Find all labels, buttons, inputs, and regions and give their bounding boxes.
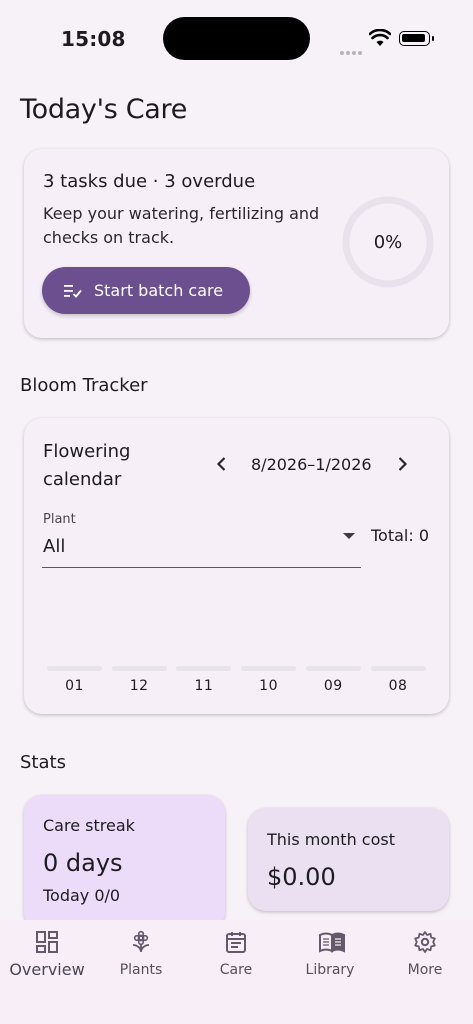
status-bar: 15:08 (0, 0, 473, 80)
care-streak-value: 0 days (43, 849, 123, 877)
chevron-left-icon[interactable] (212, 454, 232, 474)
book-icon (319, 932, 345, 953)
gear-icon (414, 931, 436, 953)
bloom-tracker-title: Bloom Tracker (20, 375, 148, 396)
bloom-bar-01 (47, 666, 102, 671)
flowering-calendar-card: Flowering calendar 8/2026–1/2026 Plant A… (24, 418, 449, 714)
nav-label-plants: Plants (119, 962, 163, 978)
nav-label-more: More (407, 962, 443, 978)
wifi-icon (369, 29, 391, 46)
care-streak-today: Today 0/0 (43, 886, 121, 905)
bloom-month-label: 11 (194, 678, 214, 694)
month-cost-title: This month cost (267, 830, 395, 849)
dropdown-arrow-icon (343, 533, 355, 539)
page-title: Today's Care (20, 94, 188, 125)
nav-item-overview[interactable]: Overview (0, 920, 94, 990)
bloom-total: Total: 0 (371, 526, 430, 545)
bloom-month-label: 01 (65, 678, 84, 694)
bloom-month-label: 12 (129, 678, 149, 694)
bloom-bar-11 (176, 666, 232, 671)
calendar-icon (226, 932, 246, 953)
date-range-label: 8/2026–1/2026 (251, 455, 372, 474)
nav-item-care[interactable]: Care (189, 920, 283, 990)
dashboard-icon (36, 931, 58, 953)
nav-item-library[interactable]: Library (283, 920, 377, 990)
start-batch-care-button[interactable]: Start batch care (42, 267, 250, 314)
nav-label-library: Library (305, 962, 355, 978)
bloom-bar-12 (111, 666, 167, 671)
nav-label-care: Care (219, 962, 253, 978)
care-description: Keep your watering, fertilizing and chec… (43, 204, 320, 247)
month-cost-value: $0.00 (267, 863, 336, 891)
nav-label-overview: Overview (9, 960, 85, 979)
dynamic-island (163, 17, 310, 60)
care-streak-card: Care streak 0 days Today 0/0 (24, 795, 225, 930)
bloom-bar-08 (370, 666, 426, 671)
checklist-icon (64, 284, 82, 298)
start-batch-care-label: Start batch care (94, 281, 224, 300)
bloom-month-label: 10 (259, 678, 278, 694)
battery-icon (399, 31, 434, 46)
month-cost-card: This month cost $0.00 (248, 808, 449, 911)
cellular-signal-icon (340, 40, 364, 55)
care-streak-title: Care streak (43, 816, 135, 835)
care-summary-card: 3 tasks due · 3 overdue Keep your wateri… (24, 149, 449, 338)
care-progress-percent: 0% (373, 231, 403, 253)
status-time: 15:08 (61, 27, 126, 51)
nav-item-plants[interactable]: Plants (94, 920, 188, 990)
bottom-navigation: Overview Plants Care Library More (0, 920, 473, 1024)
bloom-bar-09 (305, 666, 361, 671)
bloom-bar-10 (241, 666, 297, 671)
bloom-month-label: 08 (388, 678, 408, 694)
stats-title: Stats (20, 752, 66, 773)
bloom-month-label: 09 (323, 678, 343, 694)
chevron-right-icon[interactable] (392, 454, 412, 474)
tasks-due-headline: 3 tasks due · 3 overdue (43, 171, 256, 192)
flowering-calendar-heading: Flowering calendar (43, 441, 131, 490)
plant-select-label: Plant (43, 512, 76, 527)
plant-select[interactable]: Plant All (42, 510, 361, 568)
plant-select-value: All (43, 536, 66, 557)
flower-icon (132, 930, 150, 953)
nav-item-more[interactable]: More (378, 920, 472, 990)
